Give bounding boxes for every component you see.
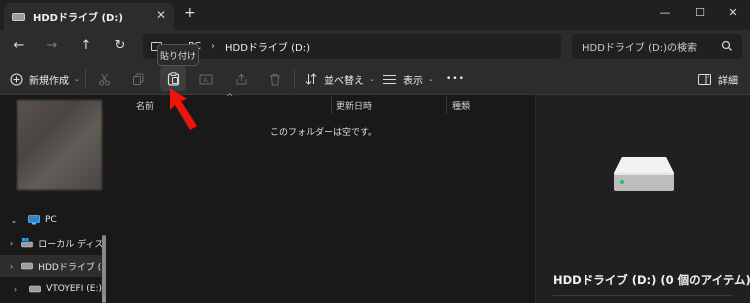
sidebar-item-label: HDDドライブ (D:	[38, 262, 102, 273]
svg-text:A: A	[203, 76, 208, 84]
chevron-down-icon: ⌄	[369, 75, 375, 83]
sidebar-item-pc[interactable]: ⌄ PC	[0, 209, 102, 231]
chevron-down-icon: ⌄	[74, 75, 80, 83]
copy-icon[interactable]	[129, 70, 147, 88]
details-pane-button[interactable]: 詳細	[698, 70, 738, 88]
new-tab-button[interactable]: +	[184, 5, 196, 21]
details-label: 詳細	[718, 75, 738, 87]
cut-icon[interactable]	[95, 70, 113, 88]
tab-title: HDDドライブ (D:)	[33, 13, 123, 24]
breadcrumb-drive[interactable]: HDDドライブ (D:)	[225, 39, 310, 54]
chevron-right-icon: ›	[10, 261, 14, 271]
sort-icon	[305, 73, 317, 85]
drive-icon	[29, 285, 41, 293]
sidebar-item-label: PC	[45, 215, 57, 225]
close-window-button[interactable]: ✕	[718, 3, 748, 23]
refresh-button[interactable]: ↻	[108, 36, 132, 56]
sidebar-scrollbar[interactable]	[102, 235, 106, 303]
forward-button[interactable]: →	[40, 36, 64, 56]
monitor-icon	[28, 215, 40, 225]
column-separator[interactable]	[331, 97, 332, 114]
paste-tooltip: 貼り付け	[157, 44, 199, 66]
chevron-down-icon: ⌄	[10, 215, 18, 225]
sidebar-item-local-disk[interactable]: › ローカル ディスク	[0, 232, 102, 254]
search-placeholder: HDDドライブ (D:)の検索	[582, 43, 697, 54]
view-label: 表示	[403, 75, 423, 87]
share-icon[interactable]	[232, 70, 250, 88]
chevron-down-icon: ⌄	[428, 75, 434, 83]
details-pane: HDDドライブ (D:) (0 個のアイテム)	[535, 95, 750, 303]
back-button[interactable]: ←	[7, 36, 31, 56]
sort-label: 並べ替え	[324, 75, 364, 87]
navigation-pane: ⌄ PC › ローカル ディスク › HDDドライブ (D: › VTOYEFI…	[0, 95, 112, 303]
navigation-bar: ← → ↑ ↻ › PC › HDDドライブ (D:) HDDドライブ (D:)…	[0, 30, 750, 63]
tab-hdd-drive[interactable]: HDDドライブ (D:) ✕	[4, 3, 174, 30]
details-pane-icon	[698, 73, 711, 85]
sort-button[interactable]: 並べ替え ⌄	[305, 70, 375, 88]
tab-close-icon[interactable]: ✕	[156, 8, 166, 22]
divider	[553, 295, 733, 296]
column-header-modified[interactable]: 更新日時	[336, 95, 372, 115]
chevron-right-icon: ›	[13, 284, 18, 294]
sidebar-item-vtoyefi[interactable]: › VTOYEFI (E:)	[0, 278, 102, 300]
sort-caret-icon: ^	[226, 93, 234, 103]
divider	[85, 69, 86, 89]
column-header-name[interactable]: 名前	[136, 95, 154, 115]
red-arrow-annotation	[170, 88, 197, 130]
chevron-right-icon: ›	[10, 238, 14, 248]
breadcrumb-separator: ›	[211, 41, 216, 52]
new-label: 新規作成	[29, 75, 69, 87]
column-header-type[interactable]: 種類	[452, 95, 470, 115]
minimize-button[interactable]: —	[650, 3, 680, 23]
blurred-thumbnail	[17, 100, 102, 190]
hard-drive-icon	[614, 157, 674, 191]
up-button[interactable]: ↑	[74, 36, 98, 56]
divider	[294, 69, 295, 89]
drive-icon	[21, 262, 34, 270]
title-bar: HDDドライブ (D:) ✕ + — ☐ ✕	[0, 0, 750, 30]
more-options-button[interactable]: •••	[446, 70, 465, 88]
view-icon	[383, 74, 396, 84]
sidebar-item-hdd-drive[interactable]: › HDDドライブ (D:	[0, 255, 102, 277]
drive-icon	[12, 12, 25, 21]
windows-disk-icon	[21, 238, 34, 248]
delete-icon[interactable]	[266, 70, 284, 88]
details-title: HDDドライブ (D:) (0 個のアイテム)	[553, 273, 750, 287]
add-icon	[10, 72, 23, 86]
sidebar-item-label: ローカル ディスク	[38, 239, 102, 250]
search-box[interactable]: HDDドライブ (D:)の検索	[572, 34, 742, 59]
address-bar[interactable]: › PC › HDDドライブ (D:)	[143, 34, 561, 59]
column-separator[interactable]	[446, 97, 447, 114]
view-button[interactable]: 表示 ⌄	[383, 70, 434, 88]
search-icon	[721, 40, 732, 51]
sidebar-item-label: VTOYEFI (E:)	[46, 284, 102, 294]
new-button[interactable]: 新規作成 ⌄	[10, 70, 80, 88]
maximize-button[interactable]: ☐	[685, 3, 715, 23]
